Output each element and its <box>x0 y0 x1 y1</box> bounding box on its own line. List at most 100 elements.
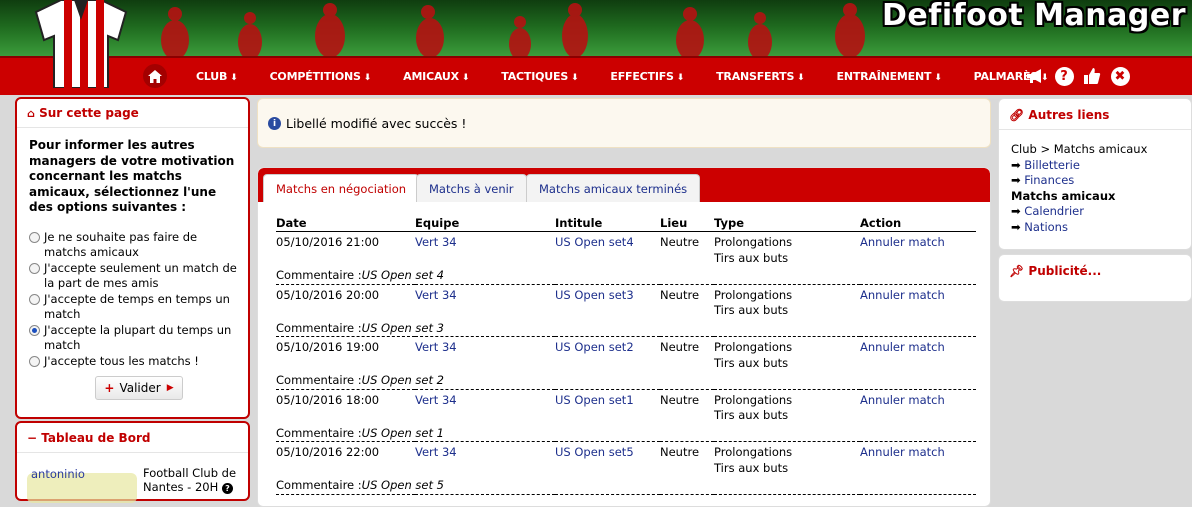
matches-panel: Matchs en négociation Matchs à venir Mat… <box>257 167 991 507</box>
arrow-right-icon: ➡ <box>1011 173 1021 187</box>
other-links-title-text: Autres liens <box>1028 108 1110 122</box>
radio-button-selected[interactable] <box>29 324 40 336</box>
ads-title: 📌︎ Publicité... <box>999 255 1191 285</box>
header-date: Date <box>276 215 415 232</box>
radio-button[interactable] <box>29 355 40 367</box>
cancel-match-link[interactable]: Annuler match <box>860 337 976 372</box>
arrow-right-icon: ➡ <box>1011 157 1021 172</box>
cell-title-link[interactable]: US Open set3 <box>555 284 660 319</box>
nav-competitions[interactable]: COMPÉTITIONS ⬇ <box>254 70 388 83</box>
link-finances[interactable]: Finances <box>1024 173 1074 187</box>
home-icon <box>148 69 162 83</box>
link-item[interactable]: ➡ Calendrier <box>1011 204 1179 220</box>
table-row: 05/10/2016 19:00 Vert 34 US Open set2 Ne… <box>276 337 976 372</box>
nav-transferts-label: TRANSFERTS <box>716 70 795 83</box>
motivation-option[interactable]: J'accepte la plupart du temps un match <box>29 323 238 354</box>
comment-label: Commentaire : <box>276 373 362 387</box>
cell-team-link[interactable]: Vert 34 <box>415 337 555 372</box>
close-icon[interactable]: ✖ <box>1109 65 1131 87</box>
collapse-icon[interactable]: − <box>27 431 37 445</box>
brand-title: Defifoot Manager <box>882 0 1186 33</box>
comment-label: Commentaire : <box>276 268 362 282</box>
dashboard-title: − Tableau de Bord <box>17 423 248 453</box>
type-line-1: Prolongations <box>714 287 793 302</box>
comment-cell: Commentaire :US Open set 4 <box>276 266 976 285</box>
comment-label: Commentaire : <box>276 320 362 335</box>
header-action: Action <box>860 215 976 232</box>
help-icon[interactable]: ? <box>221 483 233 494</box>
message-text: Libellé modifié avec succès ! <box>286 116 467 131</box>
table-header: Date Equipe Intitule Lieu Type Action <box>276 215 976 232</box>
nav-effectifs[interactable]: EFFECTIFS ⬇ <box>594 70 700 83</box>
panel-title-text: Sur cette page <box>39 106 139 120</box>
motivation-option[interactable]: J'accepte seulement un match de la part … <box>29 261 238 292</box>
comment-label: Commentaire : <box>276 425 362 440</box>
tab-finished[interactable]: Matchs amicaux terminés <box>526 174 701 202</box>
type-line-2: Tirs aux buts <box>714 250 789 265</box>
comment-text: US Open set 3 <box>361 320 444 335</box>
option-label: J'accepte la plupart du temps un match <box>44 322 232 353</box>
club-line-1: Football Club de <box>143 466 237 480</box>
dashboard-user[interactable]: antoninio <box>31 467 85 481</box>
home-button[interactable] <box>143 64 167 88</box>
cancel-match-link[interactable]: Annuler match <box>860 284 976 319</box>
motivation-option[interactable]: J'accepte tous les matchs ! <box>29 354 238 370</box>
cancel-match-link[interactable]: Annuler match <box>860 232 976 267</box>
option-label: J'accepte tous les matchs ! <box>44 353 199 368</box>
radio-button[interactable] <box>29 293 40 305</box>
cell-team-link[interactable]: Vert 34 <box>415 284 555 319</box>
link-nations[interactable]: Nations <box>1024 220 1068 234</box>
cell-team-link[interactable]: Vert 34 <box>415 442 555 477</box>
nav-club-label: CLUB <box>196 70 228 83</box>
type-line-2: Tirs aux buts <box>714 460 789 475</box>
club-line-2-text: Nantes - 20H <box>143 480 219 494</box>
cell-place: Neutre <box>660 392 700 407</box>
cell-type: Prolongations Tirs aux buts <box>714 389 860 424</box>
motivation-option[interactable]: J'accepte de temps en temps un match <box>29 292 238 323</box>
arrow-down-icon: ⬇ <box>571 73 579 83</box>
cancel-match-link[interactable]: Annuler match <box>860 389 976 424</box>
tab-negotiation[interactable]: Matchs en négociation <box>263 174 420 202</box>
cell-type: Prolongations Tirs aux buts <box>714 442 860 477</box>
cell-title-link[interactable]: US Open set4 <box>555 232 660 267</box>
nav-tactiques[interactable]: TACTIQUES ⬇ <box>485 70 594 83</box>
cell-title-link[interactable]: US Open set1 <box>555 389 660 424</box>
link-item[interactable]: ➡ Finances <box>1011 173 1179 189</box>
nav-effectifs-label: EFFECTIFS <box>610 70 674 83</box>
arrow-down-icon: ⬇ <box>934 73 942 83</box>
nav-transferts[interactable]: TRANSFERTS ⬇ <box>700 70 820 83</box>
comment-cell: Commentaire :US Open set 2 <box>276 371 976 390</box>
megaphone-icon[interactable] <box>1025 65 1047 87</box>
motivation-option[interactable]: Je ne souhaite pas faire de matchs amica… <box>29 230 238 261</box>
help-icon[interactable]: ? <box>1053 65 1075 87</box>
cell-team-link[interactable]: Vert 34 <box>415 389 555 424</box>
cancel-match-link[interactable]: Annuler match <box>860 442 976 477</box>
cell-place: Neutre <box>660 287 700 302</box>
nav-club[interactable]: CLUB ⬇ <box>180 70 254 83</box>
nav-entrainement[interactable]: ENTRAÎNEMENT ⬇ <box>821 70 958 83</box>
ads-panel: 📌︎ Publicité... <box>998 254 1192 302</box>
breadcrumb: Club > Matchs amicaux <box>1011 142 1148 156</box>
table-row: 05/10/2016 18:00 Vert 34 US Open set1 Ne… <box>276 389 976 424</box>
cell-title-link[interactable]: US Open set5 <box>555 442 660 477</box>
link-item[interactable]: ➡ Billetterie <box>1011 158 1179 174</box>
comment-row: Commentaire :US Open set 2 <box>276 371 976 390</box>
link-calendrier[interactable]: Calendrier <box>1024 204 1084 218</box>
nav-amicaux[interactable]: AMICAUX ⬇ <box>387 70 485 83</box>
home-icon: ⌂ <box>27 107 35 120</box>
radio-button[interactable] <box>29 262 40 274</box>
radio-button[interactable] <box>29 231 40 243</box>
tab-upcoming[interactable]: Matchs à venir <box>416 174 527 202</box>
thumbs-up-icon[interactable] <box>1081 65 1103 87</box>
submit-button[interactable]: + Valider ▶ <box>95 376 183 400</box>
cell-title-link[interactable]: US Open set2 <box>555 337 660 372</box>
tab-label: Matchs à venir <box>429 181 514 196</box>
link-item[interactable]: ➡ Nations <box>1011 220 1179 236</box>
ads-title-text: Publicité... <box>1028 264 1102 278</box>
header-title: Intitule <box>555 215 660 232</box>
link-billetterie[interactable]: Billetterie <box>1024 158 1080 172</box>
arrow-down-icon: ⬇ <box>676 73 685 83</box>
cell-type: Prolongations Tirs aux buts <box>714 232 860 267</box>
cell-team-link[interactable]: Vert 34 <box>415 232 555 267</box>
type-line-1: Prolongations <box>714 340 793 354</box>
